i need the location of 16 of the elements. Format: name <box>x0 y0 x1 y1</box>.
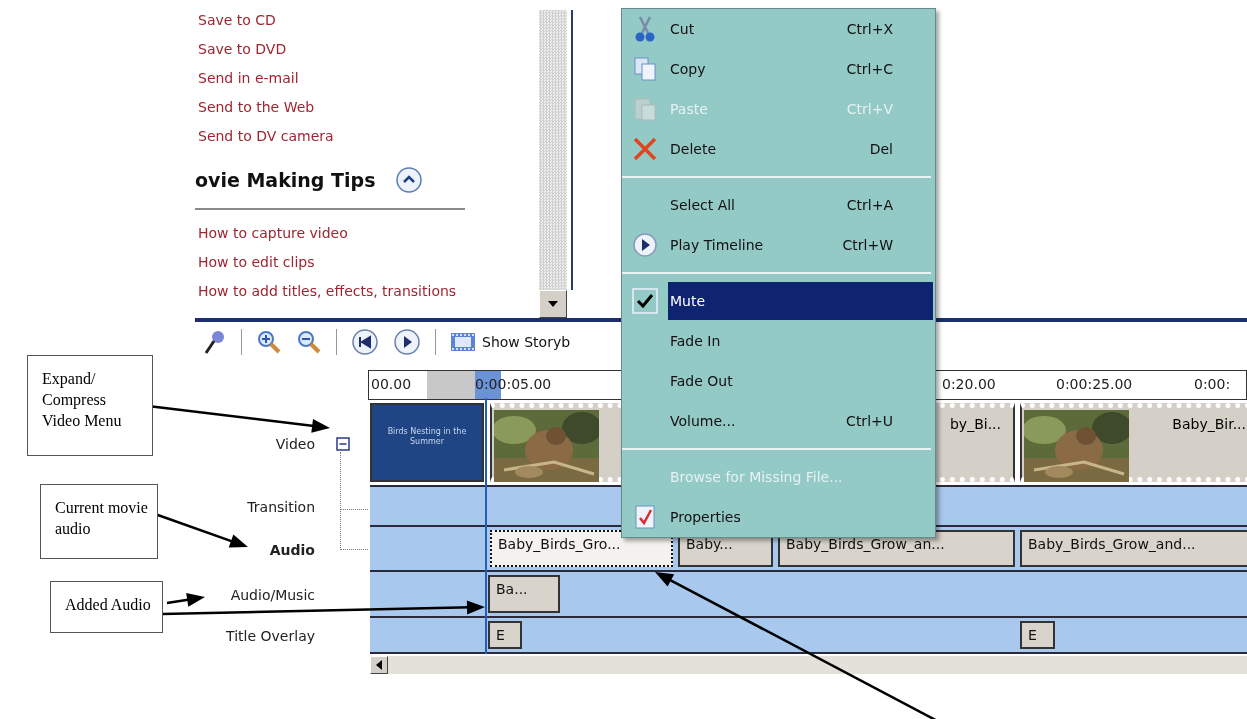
track-label: Video <box>275 435 315 452</box>
clip-name: by_Bi... <box>949 415 1002 434</box>
callout: Current movie audio <box>40 484 158 559</box>
track-label: Audio/Music <box>230 587 315 603</box>
clip-name: Baby_Bir... <box>1172 415 1247 434</box>
track-label: Transition <box>247 499 315 515</box>
track-label: Title Overlay <box>226 628 315 644</box>
section-title: ovie Making Tips <box>195 169 376 191</box>
time-label: 00.00 <box>371 376 412 392</box>
time-label: 0:00: <box>1194 376 1231 392</box>
callout: Added Audio <box>50 581 163 633</box>
callout: Expand/ Compress Video Menu <box>27 355 153 456</box>
time-label: 0:00:25.00 <box>1056 376 1133 392</box>
clip-title: Birds Nesting in the Summer <box>386 427 468 448</box>
time-label: 0:20.00 <box>942 376 996 392</box>
track-label: Audio <box>269 541 315 558</box>
